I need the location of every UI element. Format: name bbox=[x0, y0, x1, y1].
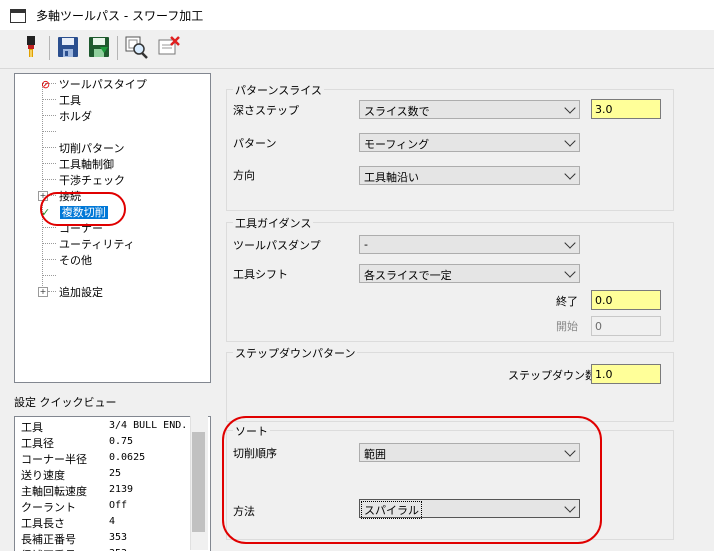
tree-item-label: コーナー bbox=[59, 222, 103, 235]
check-icon: ✓ bbox=[41, 206, 51, 219]
scrollbar-thumb[interactable] bbox=[192, 432, 205, 532]
tree-connector bbox=[42, 243, 56, 244]
chevron-down-icon bbox=[564, 445, 576, 457]
stepdown-group: ステップダウンパターン bbox=[226, 345, 674, 422]
tree-item-tool[interactable]: 工具 bbox=[59, 92, 81, 108]
delete-icon[interactable] bbox=[156, 34, 182, 60]
window-icon bbox=[10, 9, 26, 23]
depth-step-input[interactable]: 3.0 bbox=[591, 99, 661, 119]
chevron-down-icon bbox=[564, 266, 576, 278]
tree-item-additional-settings[interactable]: 追加設定 bbox=[59, 284, 103, 300]
expand-icon[interactable]: + bbox=[38, 287, 48, 297]
tree-item-label: ホルダ bbox=[59, 110, 92, 123]
chevron-down-icon bbox=[564, 237, 576, 249]
stepdown-count-input[interactable]: 1.0 bbox=[591, 364, 661, 384]
toolpath-dump-label: ツールパスダンプ bbox=[233, 239, 321, 252]
quickview-list[interactable]: 工具 3/4 BULL END. 工具径 0.75 コーナー半径 0.0625 送り速… bbox=[14, 416, 211, 551]
title-bar: 多軸ツールパス - スワーフ加工 bbox=[0, 0, 714, 30]
chevron-down-icon bbox=[564, 168, 576, 180]
no-entry-icon: ⊘ bbox=[41, 78, 51, 91]
tool-shift-select[interactable]: 各スライスで一定 bbox=[359, 264, 580, 283]
tree-item-toolpath-type[interactable]: ⊘ ツールパスタイプ bbox=[41, 76, 147, 92]
parameter-tree[interactable]: ⊘ ツールパスタイプ 工具 ホルダ 切削パターン 工具軸制御 干渉チェック + … bbox=[14, 73, 211, 383]
toolbar-separator bbox=[117, 36, 118, 60]
start-label: 開始 bbox=[556, 320, 578, 333]
chevron-down-icon bbox=[564, 102, 576, 114]
tool-icon[interactable] bbox=[18, 34, 44, 60]
chevron-down-icon bbox=[564, 501, 576, 513]
save-as-icon[interactable] bbox=[86, 34, 112, 60]
tree-item-label: 複数切削 bbox=[59, 206, 108, 219]
method-label: 方法 bbox=[233, 505, 255, 518]
tree-item-corner[interactable]: コーナー bbox=[59, 220, 103, 236]
expand-icon[interactable]: + bbox=[38, 191, 48, 201]
end-input[interactable]: 0.0 bbox=[591, 290, 661, 310]
cut-order-label: 切削順序 bbox=[233, 447, 277, 460]
tree-connector bbox=[42, 259, 56, 260]
group-title: ステップダウンパターン bbox=[233, 345, 358, 361]
quickview-label: 設定 クイックビュー bbox=[14, 396, 117, 409]
tree-item-multi-pass[interactable]: ✓ 複数切削 bbox=[41, 204, 108, 220]
chevron-down-icon bbox=[564, 135, 576, 147]
tree-item-label: 追加設定 bbox=[59, 286, 103, 299]
group-title: ソート bbox=[233, 423, 270, 439]
tree-item-label: ユーティリティ bbox=[59, 238, 135, 251]
depth-step-label: 深さステップ bbox=[233, 104, 299, 117]
pattern-label: パターン bbox=[233, 137, 277, 150]
tree-item-label: 工具軸制御 bbox=[59, 158, 114, 171]
group-title: パターンスライス bbox=[233, 82, 324, 98]
stepdown-count-label: ステップダウン数 bbox=[508, 369, 596, 382]
preview-icon[interactable] bbox=[123, 34, 149, 60]
tree-item-label: その他 bbox=[59, 254, 92, 267]
tree-connector bbox=[48, 195, 56, 196]
tree-item-link[interactable]: 接続 bbox=[59, 188, 81, 204]
tree-connector bbox=[42, 115, 56, 116]
tree-item-label: ツールパスタイプ bbox=[58, 78, 147, 91]
toolbar bbox=[0, 30, 714, 69]
tree-connector bbox=[42, 99, 56, 100]
tree-connector bbox=[42, 179, 56, 180]
tree-item-collision-check[interactable]: 干渉チェック bbox=[59, 172, 125, 188]
window-title: 多軸ツールパス - スワーフ加工 bbox=[36, 9, 204, 23]
tree-item-label: 接続 bbox=[59, 190, 81, 203]
direction-select[interactable]: 工具軸沿い bbox=[359, 166, 580, 185]
tree-connector bbox=[48, 291, 56, 292]
direction-label: 方向 bbox=[233, 169, 255, 182]
end-label: 終了 bbox=[556, 295, 578, 308]
group-title: 工具ガイダンス bbox=[233, 215, 314, 231]
depth-step-select[interactable]: スライス数で bbox=[359, 100, 580, 119]
toolpath-dump-select[interactable]: - bbox=[359, 235, 580, 254]
start-input: 0 bbox=[591, 316, 661, 336]
tree-connector bbox=[42, 147, 56, 148]
tree-item-label: 工具 bbox=[59, 94, 81, 107]
tree-item-utility[interactable]: ユーティリティ bbox=[59, 236, 135, 252]
cut-order-select[interactable]: 範囲 bbox=[359, 443, 580, 462]
pattern-select[interactable]: モーフィング bbox=[359, 133, 580, 152]
tree-connector bbox=[42, 163, 56, 164]
tree-item-holder[interactable]: ホルダ bbox=[59, 108, 92, 124]
tree-connector bbox=[42, 131, 56, 132]
tree-item-cut-pattern[interactable]: 切削パターン bbox=[59, 140, 124, 156]
tree-connector bbox=[42, 275, 56, 276]
tool-shift-label: 工具シフト bbox=[233, 268, 288, 281]
save-icon[interactable] bbox=[55, 34, 81, 60]
tree-item-label: 切削パターン bbox=[59, 142, 125, 155]
tree-item-label: 干渉チェック bbox=[59, 174, 125, 187]
toolbar-separator bbox=[49, 36, 50, 60]
tree-item-other[interactable]: その他 bbox=[59, 252, 92, 268]
tree-item-tool-axis-control[interactable]: 工具軸制御 bbox=[59, 156, 114, 172]
method-select[interactable]: スパイラル bbox=[359, 499, 580, 519]
tree-connector bbox=[42, 227, 56, 228]
